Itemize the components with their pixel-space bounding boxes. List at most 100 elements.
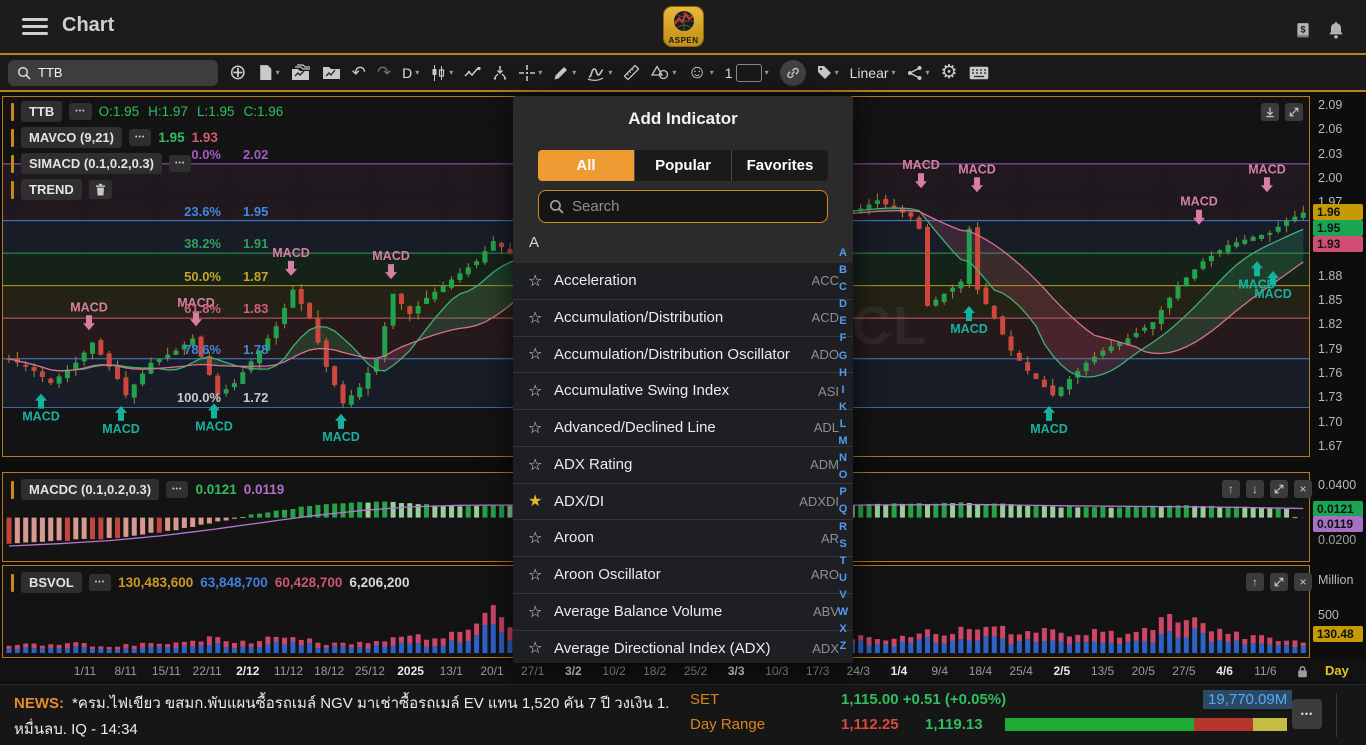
indicator-row[interactable]: ☆AccelerationACC <box>513 263 853 300</box>
favorite-star-icon[interactable]: ☆ <box>528 308 554 328</box>
alphabet-letter[interactable]: T <box>840 553 847 570</box>
trend-chip[interactable]: TREND <box>21 179 82 200</box>
compare-button[interactable] <box>464 66 481 80</box>
notifications-bell-icon[interactable] <box>1327 21 1345 45</box>
favorite-star-icon[interactable]: ☆ <box>528 602 554 622</box>
mavco-chip[interactable]: MAVCO (9,21) <box>21 127 122 148</box>
shapes-dropdown[interactable]: ▾ <box>651 65 676 80</box>
tab-all[interactable]: All <box>538 150 635 181</box>
bsvol-chip[interactable]: BSVOL <box>21 572 82 593</box>
more-options-button[interactable]: ••• <box>89 574 111 591</box>
favorite-star-filled-icon[interactable]: ★ <box>528 491 554 511</box>
tab-favorites[interactable]: Favorites <box>732 150 828 181</box>
alphabet-letter[interactable]: W <box>838 604 848 621</box>
indicator-row[interactable]: ☆Advanced/Declined LineADL <box>513 410 853 447</box>
alphabet-letter[interactable]: M <box>838 433 847 450</box>
alphabet-letter[interactable]: P <box>839 484 846 501</box>
more-options-button[interactable]: ••• <box>69 103 91 120</box>
alphabet-letter[interactable]: Z <box>840 638 847 655</box>
timeframe-dropdown[interactable]: D ▾ <box>402 65 419 81</box>
alphabet-letter[interactable]: Q <box>839 501 848 518</box>
market-more-button[interactable]: ••• <box>1292 699 1322 729</box>
expand-pane-button[interactable] <box>1285 103 1303 121</box>
alphabet-letter[interactable]: B <box>839 262 847 279</box>
alphabet-letter[interactable]: X <box>839 621 846 638</box>
expand-pane-button[interactable] <box>1270 573 1288 591</box>
delete-trend-button[interactable] <box>89 180 112 199</box>
indicator-search-input[interactable] <box>572 198 802 215</box>
alphabet-letter[interactable]: G <box>839 348 848 365</box>
alphabet-letter[interactable]: V <box>839 587 846 604</box>
favorite-star-icon[interactable]: ☆ <box>528 418 554 438</box>
symbol-search-input[interactable]: TTB <box>8 60 218 86</box>
alphabet-letter[interactable]: S <box>839 536 846 553</box>
more-options-button[interactable]: ••• <box>166 481 188 498</box>
alphabet-letter[interactable]: U <box>839 570 847 587</box>
indicator-row[interactable]: ☆Average Directional Index (ADX)ADX <box>513 631 853 664</box>
alphabet-letter[interactable]: O <box>839 467 848 484</box>
menu-icon[interactable] <box>22 18 48 35</box>
indicator-button[interactable] <box>492 65 508 81</box>
move-pane-up-button[interactable]: ↑ <box>1222 480 1240 498</box>
chart-type-dropdown[interactable]: ▾ <box>430 65 453 81</box>
save-chart-button[interactable] <box>322 65 341 80</box>
favorite-star-icon[interactable]: ☆ <box>528 455 554 475</box>
period-label[interactable]: Day <box>1325 663 1349 678</box>
move-pane-down-button[interactable]: ↓ <box>1246 480 1264 498</box>
new-chart-button[interactable]: ▾ <box>258 64 280 81</box>
scale-dropdown[interactable]: Linear ▾ <box>850 65 896 81</box>
wave-dropdown[interactable]: ▾ <box>587 65 612 81</box>
draw-dropdown[interactable]: ▾ <box>553 65 576 81</box>
alphabet-letter[interactable]: N <box>839 450 847 467</box>
news-headline[interactable]: NEWS:*ครม.ไฟเขียว ขสมก.พับแผนซื้อรถเมล์ … <box>14 691 669 715</box>
lock-icon[interactable] <box>1297 665 1308 678</box>
alphabet-letter[interactable]: A <box>839 245 847 262</box>
keyboard-button[interactable] <box>969 66 989 80</box>
indicator-row[interactable]: ☆AroonAR <box>513 520 853 557</box>
add-chart-button[interactable]: ⊕ <box>229 62 247 83</box>
indicator-row[interactable]: ☆Accumulation/Distribution OscillatorADO <box>513 337 853 374</box>
emoji-dropdown[interactable]: ☺ ▾ <box>687 63 713 82</box>
alphabet-letter[interactable]: C <box>839 279 847 296</box>
alphabet-letter[interactable]: R <box>839 519 847 536</box>
measure-button[interactable] <box>623 64 640 81</box>
close-pane-button[interactable]: × <box>1294 573 1312 591</box>
favorite-star-icon[interactable]: ☆ <box>528 528 554 548</box>
move-pane-up-button[interactable]: ↑ <box>1246 573 1264 591</box>
alphabet-index[interactable]: ABCDEFGHIKLMNOPQRSTUVWXZ <box>836 245 850 655</box>
move-pane-down-button[interactable] <box>1261 103 1279 121</box>
alphabet-letter[interactable]: H <box>839 365 847 382</box>
candle-count-dropdown[interactable]: 1 ▾ <box>725 64 769 82</box>
indicator-row[interactable]: ☆Accumulation/DistributionACD <box>513 300 853 337</box>
favorite-star-icon[interactable]: ☆ <box>528 638 554 658</box>
crosshair-dropdown[interactable]: ▾ <box>519 65 542 81</box>
open-chart-button[interactable] <box>291 65 311 81</box>
settings-gear-icon[interactable]: ⚙ <box>941 63 958 82</box>
favorite-star-icon[interactable]: ☆ <box>528 565 554 585</box>
favorite-star-icon[interactable]: ☆ <box>528 344 554 364</box>
alphabet-letter[interactable]: L <box>840 416 847 433</box>
tab-popular[interactable]: Popular <box>635 150 732 181</box>
more-options-button[interactable]: ••• <box>169 155 191 172</box>
indicator-row[interactable]: ★ADX/DIADXDI <box>513 484 853 521</box>
alphabet-letter[interactable]: K <box>839 399 847 416</box>
turnover-value[interactable]: 19,770.09M <box>1203 690 1292 709</box>
indicator-row[interactable]: ☆Accumulative Swing IndexASI <box>513 373 853 410</box>
share-dropdown[interactable]: ▾ <box>907 65 930 81</box>
alphabet-letter[interactable]: F <box>840 330 847 347</box>
favorite-star-icon[interactable]: ☆ <box>528 381 554 401</box>
alphabet-letter[interactable]: I <box>841 382 844 399</box>
simacd-chip[interactable]: SIMACD (0.1,0.2,0.3) <box>21 153 162 174</box>
undo-button[interactable]: ↶ <box>352 64 366 81</box>
symbol-chip[interactable]: TTB <box>21 101 62 122</box>
redo-button[interactable]: ↷ <box>377 64 391 81</box>
indicator-search-field[interactable] <box>538 190 828 223</box>
more-options-button[interactable]: ••• <box>129 129 151 146</box>
money-book-icon[interactable]: $ <box>1294 22 1312 45</box>
price-axis[interactable]: 2.092.062.032.001.971.881.851.821.791.76… <box>1312 96 1366 658</box>
indicator-row[interactable]: ☆ADX RatingADM <box>513 447 853 484</box>
link-button[interactable] <box>780 60 806 86</box>
time-axis[interactable]: Day 1/118/1115/1122/112/1211/1218/1225/1… <box>0 660 1366 683</box>
indicator-row[interactable]: ☆Average Balance VolumeABV <box>513 594 853 631</box>
favorite-star-icon[interactable]: ☆ <box>528 271 554 291</box>
